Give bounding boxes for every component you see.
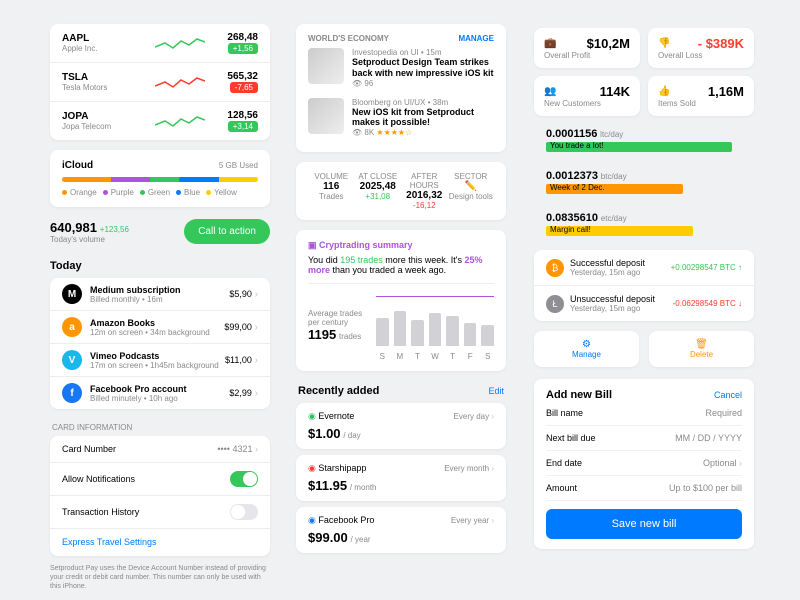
toggle[interactable] (230, 471, 258, 487)
volume-row: 640,981 +123,56Today's volume Call to ac… (50, 207, 270, 256)
setting-row[interactable]: Card Number•••• 4321 › (50, 436, 270, 462)
today-list: MMedium subscriptionBilled monthly • 16m… (50, 278, 270, 409)
trades-list: 0.0001156 ltc/dayYou trade a lot! 0.00123… (534, 122, 754, 242)
card-info-footnote: Setproduct Pay uses the Device Account N… (50, 564, 270, 591)
manage-button[interactable]: ⚙Manage (534, 331, 639, 367)
market-stats-card: VOLUME116TradesAT CLOSE2025,48+31,08AFTE… (296, 162, 506, 220)
chart-days: SMTWTFS (376, 352, 494, 361)
icloud-card: iCloud 5 GB Used OrangePurpleGreenBlueYel… (50, 150, 270, 207)
subscription-row[interactable]: VVimeo Podcasts17m on screen • 1h45m bac… (50, 344, 270, 376)
stock-row[interactable]: JOPAJopa Telecom 128,56+3,14 (50, 102, 270, 140)
storage-bar (62, 177, 258, 182)
storage-legend: OrangePurpleGreenBlueYellow (62, 188, 258, 197)
card-info-header: CARD INFORMATION (50, 419, 270, 436)
market-stat: AT CLOSE2025,48+31,08 (355, 172, 402, 210)
icloud-used: 5 GB Used (219, 161, 258, 170)
trade-rate: 0.0012373 btc/dayWeek of 2 Dec. (534, 164, 754, 200)
news-thumb (308, 48, 344, 84)
cancel-link[interactable]: Cancel (714, 390, 742, 400)
market-stat: AFTER HOURS2016,32-16,12 (401, 172, 448, 210)
bill-field[interactable]: AmountUp to $100 per bill (546, 476, 742, 501)
news-header: WORLD'S ECONOMY (308, 34, 389, 43)
crypto-title: Cryptrading summary (319, 240, 413, 250)
news-thumb (308, 98, 344, 134)
manage-link[interactable]: MANAGE (458, 34, 494, 43)
avg-value: 1195 (308, 327, 336, 342)
stock-row[interactable]: AAPLApple Inc. 268,48+1,56 (50, 24, 270, 62)
volume-value: 640,981 (50, 220, 97, 235)
subscription-row[interactable]: fFacebook Pro accountBilled minutely • 1… (50, 377, 270, 409)
deposit-row[interactable]: ₿Successful depositYesterday, 15m ago+0.… (534, 250, 754, 285)
deposits-card: ₿Successful depositYesterday, 15m ago+0.… (534, 250, 754, 321)
bill-field[interactable]: Bill nameRequired (546, 401, 742, 426)
card-info-card: Card Number•••• 4321 ›Allow Notification… (50, 436, 270, 556)
crypto-text: You did 195 trades more this week. It's … (308, 255, 494, 275)
setting-row[interactable]: Allow Notifications (50, 463, 270, 495)
bill-item[interactable]: ◉ EvernoteEvery day ›$1.00 / day (296, 403, 506, 449)
sparkline-icon (155, 111, 205, 131)
market-stat: SECTOR✏️Design tools (448, 172, 495, 210)
news-item[interactable]: Bloomberg on UI/UX • 38mNew iOS kit from… (308, 93, 494, 143)
stats-row-1: 💼$10,2MOverall Profit 👎- $389KOverall Lo… (534, 28, 754, 68)
trade-rate: 0.0835610 etc/dayMargin call! (534, 206, 754, 242)
stocks-card: AAPLApple Inc. 268,48+1,56 TSLATesla Mot… (50, 24, 270, 140)
today-title: Today (50, 256, 270, 278)
stock-row[interactable]: TSLATesla Motors 565,32-7,65 (50, 63, 270, 101)
avg-label: Average trades per century (308, 309, 368, 327)
deposit-row[interactable]: ŁUnsuccessful depositYesterday, 15m ago-… (534, 286, 754, 321)
icloud-title: iCloud (62, 160, 93, 171)
stats-row-2: 👥114KNew Customers 👍1,16MItems Sold (534, 76, 754, 116)
trade-rate: 0.0001156 ltc/dayYou trade a lot! (534, 122, 754, 158)
add-bill-title: Add new Bill (546, 389, 612, 401)
sparkline-icon (155, 33, 205, 53)
delete-button[interactable]: 🗑Delete (649, 331, 754, 367)
express-link[interactable]: Express Travel Settings (62, 537, 157, 547)
sparkline-icon (155, 72, 205, 92)
recent-section: Recently added Edit ◉ EvernoteEvery day ›… (296, 385, 506, 553)
volume-change: +123,56 (100, 225, 129, 234)
card-info-section: CARD INFORMATION Card Number•••• 4321 ›A… (50, 419, 270, 591)
edit-link[interactable]: Edit (488, 386, 504, 396)
stat-loss: 👎- $389KOverall Loss (648, 28, 754, 68)
add-bill-card: Add new Bill Cancel Bill nameRequiredNext… (534, 379, 754, 549)
subscription-row[interactable]: aAmazon Books12m on screen • 34m backgro… (50, 311, 270, 343)
stat-sold: 👍1,16MItems Sold (648, 76, 754, 116)
action-row: ⚙Manage 🗑Delete (534, 331, 754, 367)
stat-profit: 💼$10,2MOverall Profit (534, 28, 640, 68)
market-stat: VOLUME116Trades (308, 172, 355, 210)
crypto-summary-card: ▣ Cryptrading summary You did 195 trades… (296, 230, 506, 371)
save-bill-button[interactable]: Save new bill (546, 509, 742, 539)
cta-button[interactable]: Call to action (184, 219, 270, 244)
recent-title: Recently added (298, 385, 379, 397)
trades-chart (376, 296, 494, 346)
stat-customers: 👥114KNew Customers (534, 76, 640, 116)
news-item[interactable]: Investopedia on UI • 15mSetproduct Desig… (308, 43, 494, 93)
subscription-row[interactable]: MMedium subscriptionBilled monthly • 16m… (50, 278, 270, 310)
today-section: Today MMedium subscriptionBilled monthly… (50, 256, 270, 409)
toggle[interactable] (230, 504, 258, 520)
volume-label: Today's volume (50, 235, 129, 244)
bill-field[interactable]: Next bill dueMM / DD / YYYY (546, 426, 742, 451)
bill-field[interactable]: End dateOptional › (546, 451, 742, 476)
bill-item[interactable]: ◉ Facebook ProEvery year ›$99.00 / year (296, 507, 506, 553)
setting-row[interactable]: Transaction History (50, 496, 270, 528)
bill-item[interactable]: ◉ StarshipappEvery month ›$11.95 / month (296, 455, 506, 501)
news-card: WORLD'S ECONOMY MANAGE Investopedia on UI… (296, 24, 506, 152)
